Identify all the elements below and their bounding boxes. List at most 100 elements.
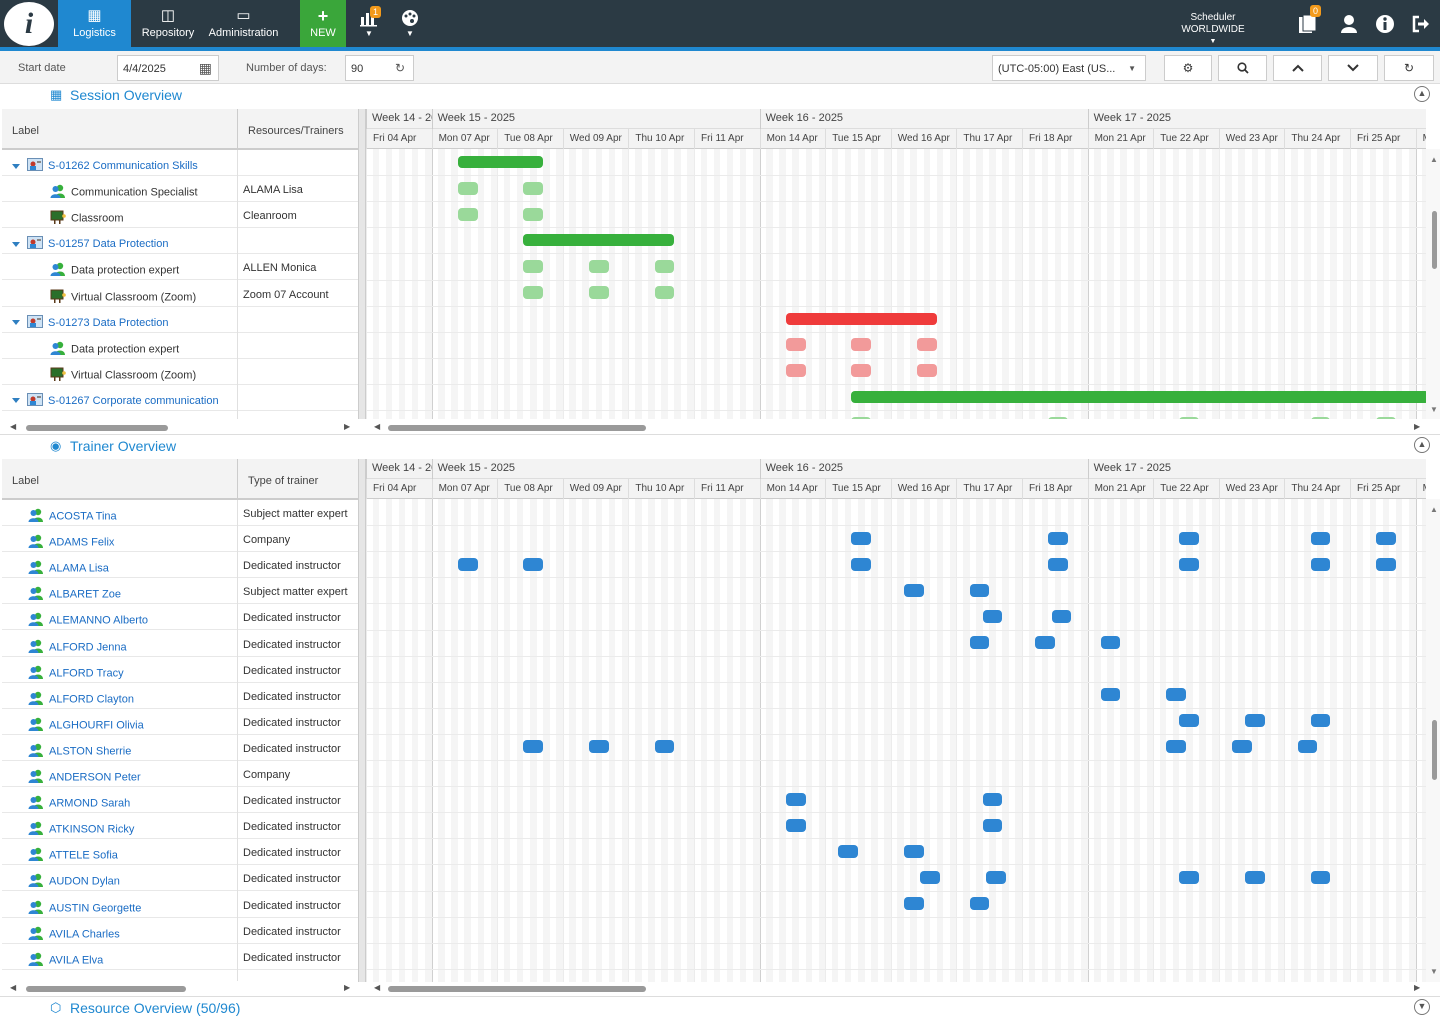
trainer-booking-bar[interactable] bbox=[1166, 740, 1186, 754]
reports-menu[interactable]: ▼ 1 bbox=[350, 0, 388, 47]
scroll-thumb[interactable] bbox=[26, 425, 168, 431]
trainer-booking-bar[interactable] bbox=[1245, 714, 1265, 728]
session-gantt-hscrollbar[interactable]: ◀ ▶ bbox=[366, 422, 1426, 434]
scroll-down-button[interactable] bbox=[1328, 55, 1378, 81]
session-bar[interactable] bbox=[785, 312, 937, 325]
start-date-input[interactable]: 4/4/2025 ▦ bbox=[117, 55, 219, 81]
session-slot-bar[interactable] bbox=[785, 364, 806, 378]
trainer-booking-bar[interactable] bbox=[1048, 557, 1068, 571]
trainer-gantt-hscrollbar[interactable]: ◀ ▶ bbox=[366, 983, 1426, 995]
trainer-booking-bar[interactable] bbox=[1100, 688, 1121, 702]
trainer-row[interactable]: AVILA Elva Dedicated instructor bbox=[2, 944, 358, 970]
trainer-booking-bar[interactable] bbox=[589, 740, 609, 754]
session-vertical-scrollbar[interactable]: ▲ ▼ bbox=[1426, 149, 1440, 419]
session-bar[interactable] bbox=[457, 156, 544, 169]
reload-button[interactable]: ↻ bbox=[1384, 55, 1434, 81]
trainer-booking-bar[interactable] bbox=[1035, 636, 1055, 650]
logout-button[interactable] bbox=[1404, 0, 1438, 47]
session-slot-bar[interactable] bbox=[589, 259, 609, 273]
search-button[interactable] bbox=[1218, 55, 1267, 81]
tasks-button[interactable]: 0 bbox=[1290, 0, 1324, 47]
trainer-link[interactable]: ADAMS Felix bbox=[49, 537, 114, 549]
resource-row[interactable]: Virtual Classroom (Zoom) bbox=[2, 359, 358, 385]
session-link[interactable]: S-01273 Data Protection bbox=[48, 317, 168, 329]
session-slot-bar[interactable] bbox=[654, 286, 675, 300]
trainer-booking-bar[interactable] bbox=[1231, 740, 1252, 754]
scroll-left-arrow-icon[interactable]: ◀ bbox=[10, 422, 16, 431]
expand-caret-icon[interactable] bbox=[12, 241, 20, 247]
session-slot-bar[interactable] bbox=[1179, 416, 1200, 419]
info-button[interactable] bbox=[1368, 0, 1402, 47]
session-slot-bar[interactable] bbox=[1310, 416, 1331, 419]
trainer-link[interactable]: ALEMANNO Alberto bbox=[49, 615, 148, 627]
trainer-booking-bar[interactable] bbox=[982, 792, 1003, 806]
refresh-icon[interactable]: ↻ bbox=[395, 61, 405, 75]
trainer-booking-bar[interactable] bbox=[1245, 870, 1265, 884]
trainer-booking-bar[interactable] bbox=[985, 870, 1006, 884]
trainer-row[interactable]: ANDERSON Peter Company bbox=[2, 761, 358, 787]
trainer-booking-bar[interactable] bbox=[1310, 714, 1331, 728]
trainer-row[interactable]: ALGHOURFI Olivia Dedicated instructor bbox=[2, 709, 358, 735]
scroll-up-arrow-icon[interactable]: ▲ bbox=[1429, 155, 1439, 164]
trainer-booking-bar[interactable] bbox=[1048, 531, 1068, 545]
trainer-booking-bar[interactable] bbox=[920, 870, 940, 884]
trainer-row[interactable]: ATTELE Sofia Dedicated instructor bbox=[2, 839, 358, 866]
scroll-thumb[interactable] bbox=[26, 986, 186, 992]
scroll-left-arrow-icon[interactable]: ◀ bbox=[374, 983, 380, 992]
session-row[interactable]: S-01257 Data Protection bbox=[2, 228, 358, 255]
collapse-up-icon[interactable]: ▲ bbox=[1414, 437, 1430, 453]
expand-caret-icon[interactable] bbox=[12, 398, 20, 404]
trainer-row[interactable]: AUDON Dylan Dedicated instructor bbox=[2, 865, 358, 892]
session-link[interactable]: S-01257 Data Protection bbox=[48, 238, 168, 250]
app-logo[interactable]: i bbox=[0, 0, 58, 47]
collapse-up-icon[interactable]: ▲ bbox=[1414, 86, 1430, 102]
trainer-booking-bar[interactable] bbox=[838, 844, 858, 858]
session-slot-bar[interactable] bbox=[457, 207, 478, 221]
nav-repository[interactable]: ◫ Repository bbox=[131, 0, 205, 47]
scroll-thumb[interactable] bbox=[1432, 211, 1437, 269]
scroll-right-arrow-icon[interactable]: ▶ bbox=[344, 983, 350, 992]
trainer-row[interactable]: ALAMA Lisa Dedicated instructor bbox=[2, 552, 358, 579]
scheduler-selector[interactable]: Scheduler WORLDWIDE ▼ bbox=[1168, 0, 1258, 47]
session-slot-bar[interactable] bbox=[851, 364, 872, 378]
session-slot-bar[interactable] bbox=[1048, 416, 1068, 419]
session-row[interactable]: S-01267 Corporate communication bbox=[2, 385, 358, 411]
trainer-booking-bar[interactable] bbox=[785, 792, 806, 806]
trainer-row[interactable]: ALFORD Clayton Dedicated instructor bbox=[2, 683, 358, 709]
days-input[interactable]: 90 ↻ bbox=[345, 55, 414, 81]
trainer-booking-bar[interactable] bbox=[969, 636, 990, 650]
trainer-link[interactable]: ANDERSON Peter bbox=[49, 771, 141, 783]
scroll-thumb[interactable] bbox=[388, 986, 646, 992]
scroll-up-arrow-icon[interactable]: ▲ bbox=[1429, 505, 1439, 514]
trainer-booking-bar[interactable] bbox=[1179, 714, 1200, 728]
expand-caret-icon[interactable] bbox=[12, 163, 20, 169]
trainer-link[interactable]: ACOSTA Tina bbox=[49, 510, 117, 522]
trainer-link[interactable]: AUDON Dylan bbox=[49, 876, 120, 888]
session-col-resources[interactable]: Resources/Trainers bbox=[238, 109, 358, 149]
trainer-link[interactable]: ARMOND Sarah bbox=[49, 798, 130, 810]
panel-splitter[interactable] bbox=[358, 459, 366, 982]
scroll-right-arrow-icon[interactable]: ▶ bbox=[344, 422, 350, 431]
resource-row[interactable]: Data protection expert ALLEN Monica bbox=[2, 254, 358, 281]
trainer-booking-bar[interactable] bbox=[851, 557, 872, 571]
resource-row[interactable]: Virtual Classroom (Zoom) Zoom 07 Account bbox=[2, 281, 358, 307]
trainer-booking-bar[interactable] bbox=[851, 531, 872, 545]
timezone-select[interactable]: (UTC-05:00) East (US... ▼ bbox=[992, 55, 1146, 81]
session-row[interactable]: S-01262 Communication Skills bbox=[2, 150, 358, 176]
session-slot-bar[interactable] bbox=[785, 338, 806, 352]
trainer-col-label[interactable]: Label bbox=[2, 459, 237, 499]
trainer-link[interactable]: ALAMA Lisa bbox=[49, 563, 109, 575]
trainer-booking-bar[interactable] bbox=[982, 609, 1003, 623]
settings-button[interactable]: ⚙ bbox=[1164, 55, 1212, 81]
trainer-link[interactable]: ALGHOURFI Olivia bbox=[49, 719, 144, 731]
session-left-hscrollbar[interactable]: ◀ ▶ bbox=[2, 422, 358, 434]
trainer-booking-bar[interactable] bbox=[982, 818, 1003, 832]
trainer-booking-bar[interactable] bbox=[523, 740, 544, 754]
trainer-booking-bar[interactable] bbox=[903, 844, 924, 858]
calendar-icon[interactable]: ▦ bbox=[199, 60, 212, 77]
trainer-row[interactable]: ADAMS Felix Company bbox=[2, 526, 358, 553]
user-profile-button[interactable] bbox=[1332, 0, 1366, 47]
trainer-row[interactable]: ALEMANNO Alberto Dedicated instructor bbox=[2, 604, 358, 631]
trainer-booking-bar[interactable] bbox=[457, 557, 478, 571]
trainer-booking-bar[interactable] bbox=[1179, 557, 1200, 571]
